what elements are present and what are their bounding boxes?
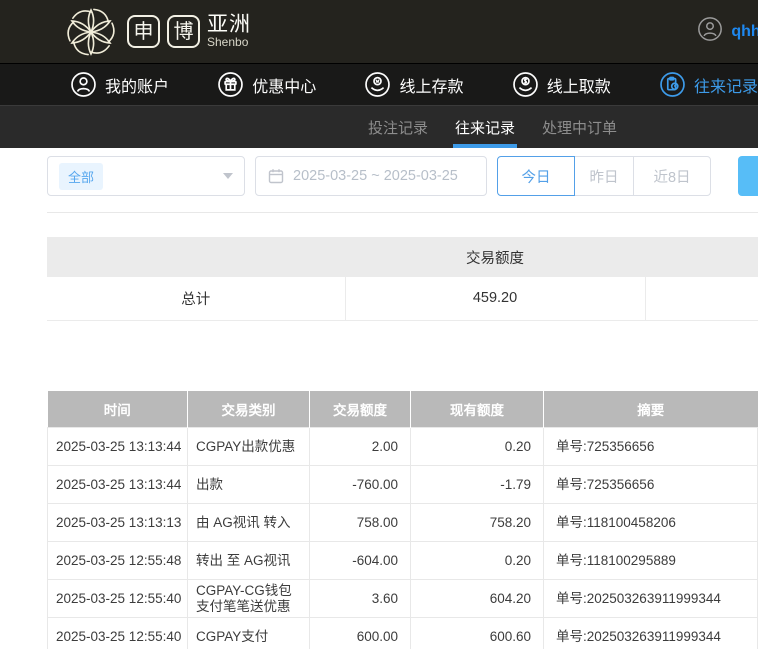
cell-balance: 0.20	[410, 427, 544, 466]
cell-time: 2025-03-25 13:13:44	[47, 427, 188, 466]
user-account[interactable]: qhhw2	[697, 16, 758, 47]
cell-type: 由 AG视讯 转入	[187, 503, 310, 542]
column-header: 时间	[47, 390, 188, 428]
cell-time: 2025-03-25 12:55:48	[47, 541, 188, 580]
column-header: 交易类别	[187, 390, 310, 428]
logo-char-shen: 申	[127, 15, 160, 48]
cell-balance: 758.20	[410, 503, 544, 542]
nav-item-label: 线上取款	[546, 78, 611, 96]
cell-type: CGPAY支付	[187, 617, 310, 649]
summary-table: 交易额度 总计 459.20	[47, 237, 758, 321]
date-range-input[interactable]: 2025-03-25 ~ 2025-03-25	[255, 156, 487, 196]
nav-item-5[interactable]: 往来记录	[659, 71, 758, 98]
top-bar: 申 博 亚洲 Shenbo qhhw2	[0, 0, 758, 63]
summary-total-label: 总计	[47, 277, 345, 321]
quick-button-2[interactable]: 昨日	[574, 156, 634, 196]
cell-balance: 0.20	[410, 541, 544, 580]
quick-button-1[interactable]: 今日	[497, 156, 575, 196]
cell-note: 单号:118100458206	[543, 503, 758, 542]
logo-char-bo: 博	[167, 15, 200, 48]
cell-amount: -760.00	[309, 465, 411, 504]
table-row: 2025-03-25 13:13:13 由 AG视讯 转入 758.00 758.20…	[47, 503, 758, 542]
cell-balance: 600.60	[410, 617, 544, 649]
nav-item-3[interactable]: 线上存款	[364, 71, 463, 98]
cell-note: 单号:725356656	[543, 427, 758, 466]
column-header: 摘要	[543, 390, 758, 428]
cell-amount: 2.00	[309, 427, 411, 466]
cell-balance: -1.79	[410, 465, 544, 504]
cell-type: CGPAY-CG钱包支付笔笔送优惠	[187, 579, 310, 618]
nav-item-4[interactable]: 线上取款	[512, 71, 611, 98]
cell-type: 转出 至 AG视讯	[187, 541, 310, 580]
date-range-value: 2025-03-25 ~ 2025-03-25	[293, 168, 458, 184]
cell-note: 单号:202503263911999344	[543, 579, 758, 618]
flower-logo-icon	[62, 3, 120, 61]
withdraw-icon	[512, 71, 539, 98]
summary-header-amount: 交易额度	[345, 237, 645, 277]
records-icon	[659, 71, 686, 98]
cell-time: 2025-03-25 13:13:13	[47, 503, 188, 542]
transactions-header-row: 时间 交易类别 交易额度 现有额度 摘要	[47, 390, 758, 428]
quick-button-3[interactable]: 近8日	[633, 156, 711, 196]
table-row: 2025-03-25 12:55:48 转出 至 AG视讯 -604.00 0.20 单…	[47, 541, 758, 580]
cell-balance: 604.20	[410, 579, 544, 618]
column-header: 现有额度	[410, 390, 544, 428]
summary-total-value: 459.20	[344, 277, 645, 321]
cell-type: CGPAY出款优惠	[187, 427, 310, 466]
cell-amount: -604.00	[309, 541, 411, 580]
cell-time: 2025-03-25 12:55:40	[47, 579, 188, 618]
transactions-table: 时间 交易类别 交易额度 现有额度 摘要 2025-03-25 13:13:44 CGPA…	[47, 390, 758, 649]
cell-note: 单号:202503263911999344	[543, 617, 758, 649]
cell-note: 单号:725356656	[543, 465, 758, 504]
cell-note: 单号:118100295889	[543, 541, 758, 580]
calendar-icon	[268, 168, 284, 184]
transactions-body: 2025-03-25 13:13:44 CGPAY出款优惠 2.00 0.20 单号:7…	[47, 427, 758, 649]
filter-row: 全部 2025-03-25 ~ 2025-03-25 今日 昨日 近8日	[47, 156, 758, 196]
cell-type: 出款	[187, 465, 310, 504]
nav-item-label: 优惠中心	[252, 78, 317, 96]
cell-time: 2025-03-25 13:13:44	[47, 465, 188, 504]
summary-total-row: 总计 459.20	[47, 277, 758, 321]
main-nav: 我的账户 优惠中心 线上存款 线上取款 往来记录	[0, 63, 758, 105]
summary-total-extra	[644, 277, 758, 321]
chevron-down-icon	[223, 173, 233, 179]
deposit-icon	[364, 71, 391, 98]
logo-en: Shenbo	[207, 35, 249, 49]
nav-item-1[interactable]: 我的账户	[70, 71, 169, 98]
tab-3[interactable]: 处理中订单	[542, 106, 617, 148]
nav-item-2[interactable]: 优惠中心	[217, 71, 316, 98]
tab-2[interactable]: 往来记录	[453, 106, 518, 148]
summary-header-empty	[47, 237, 345, 277]
nav-item-label: 我的账户	[105, 78, 170, 96]
category-select[interactable]: 全部	[47, 156, 245, 196]
table-row: 2025-03-25 13:13:44 CGPAY出款优惠 2.00 0.20 单号:7…	[47, 427, 758, 466]
nav-item-label: 往来记录	[693, 78, 758, 96]
username[interactable]: qhhw2	[731, 23, 758, 41]
brand-logo[interactable]: 申 博 亚洲 Shenbo	[62, 3, 251, 61]
account-icon	[70, 71, 97, 98]
category-tag[interactable]: 全部	[59, 162, 104, 190]
gift-icon	[217, 71, 244, 98]
cell-amount: 758.00	[309, 503, 411, 542]
cell-amount: 600.00	[309, 617, 411, 649]
table-row: 2025-03-25 12:55:40 CGPAY-CG钱包支付笔笔送优惠 3.60…	[47, 579, 758, 618]
quick-date-buttons: 今日 昨日 近8日	[497, 156, 711, 196]
summary-header-empty2	[645, 237, 758, 277]
cell-time: 2025-03-25 12:55:40	[47, 617, 188, 649]
search-button[interactable]	[738, 156, 758, 196]
logo-region: 亚洲	[207, 13, 251, 36]
column-header: 交易额度	[309, 390, 411, 428]
nav-item-label: 线上存款	[399, 78, 464, 96]
table-row: 2025-03-25 12:55:40 CGPAY支付 600.00 600.60 单号…	[47, 617, 758, 649]
tab-1[interactable]: 投注记录	[368, 106, 428, 148]
table-row: 2025-03-25 13:13:44 出款 -760.00 -1.79 单号:7253…	[47, 465, 758, 504]
section-divider	[47, 212, 758, 213]
summary-header-row: 交易额度	[47, 237, 758, 277]
avatar-icon	[697, 16, 723, 47]
cell-amount: 3.60	[309, 579, 411, 618]
sub-nav: 投注记录 往来记录 处理中订单	[0, 105, 758, 148]
